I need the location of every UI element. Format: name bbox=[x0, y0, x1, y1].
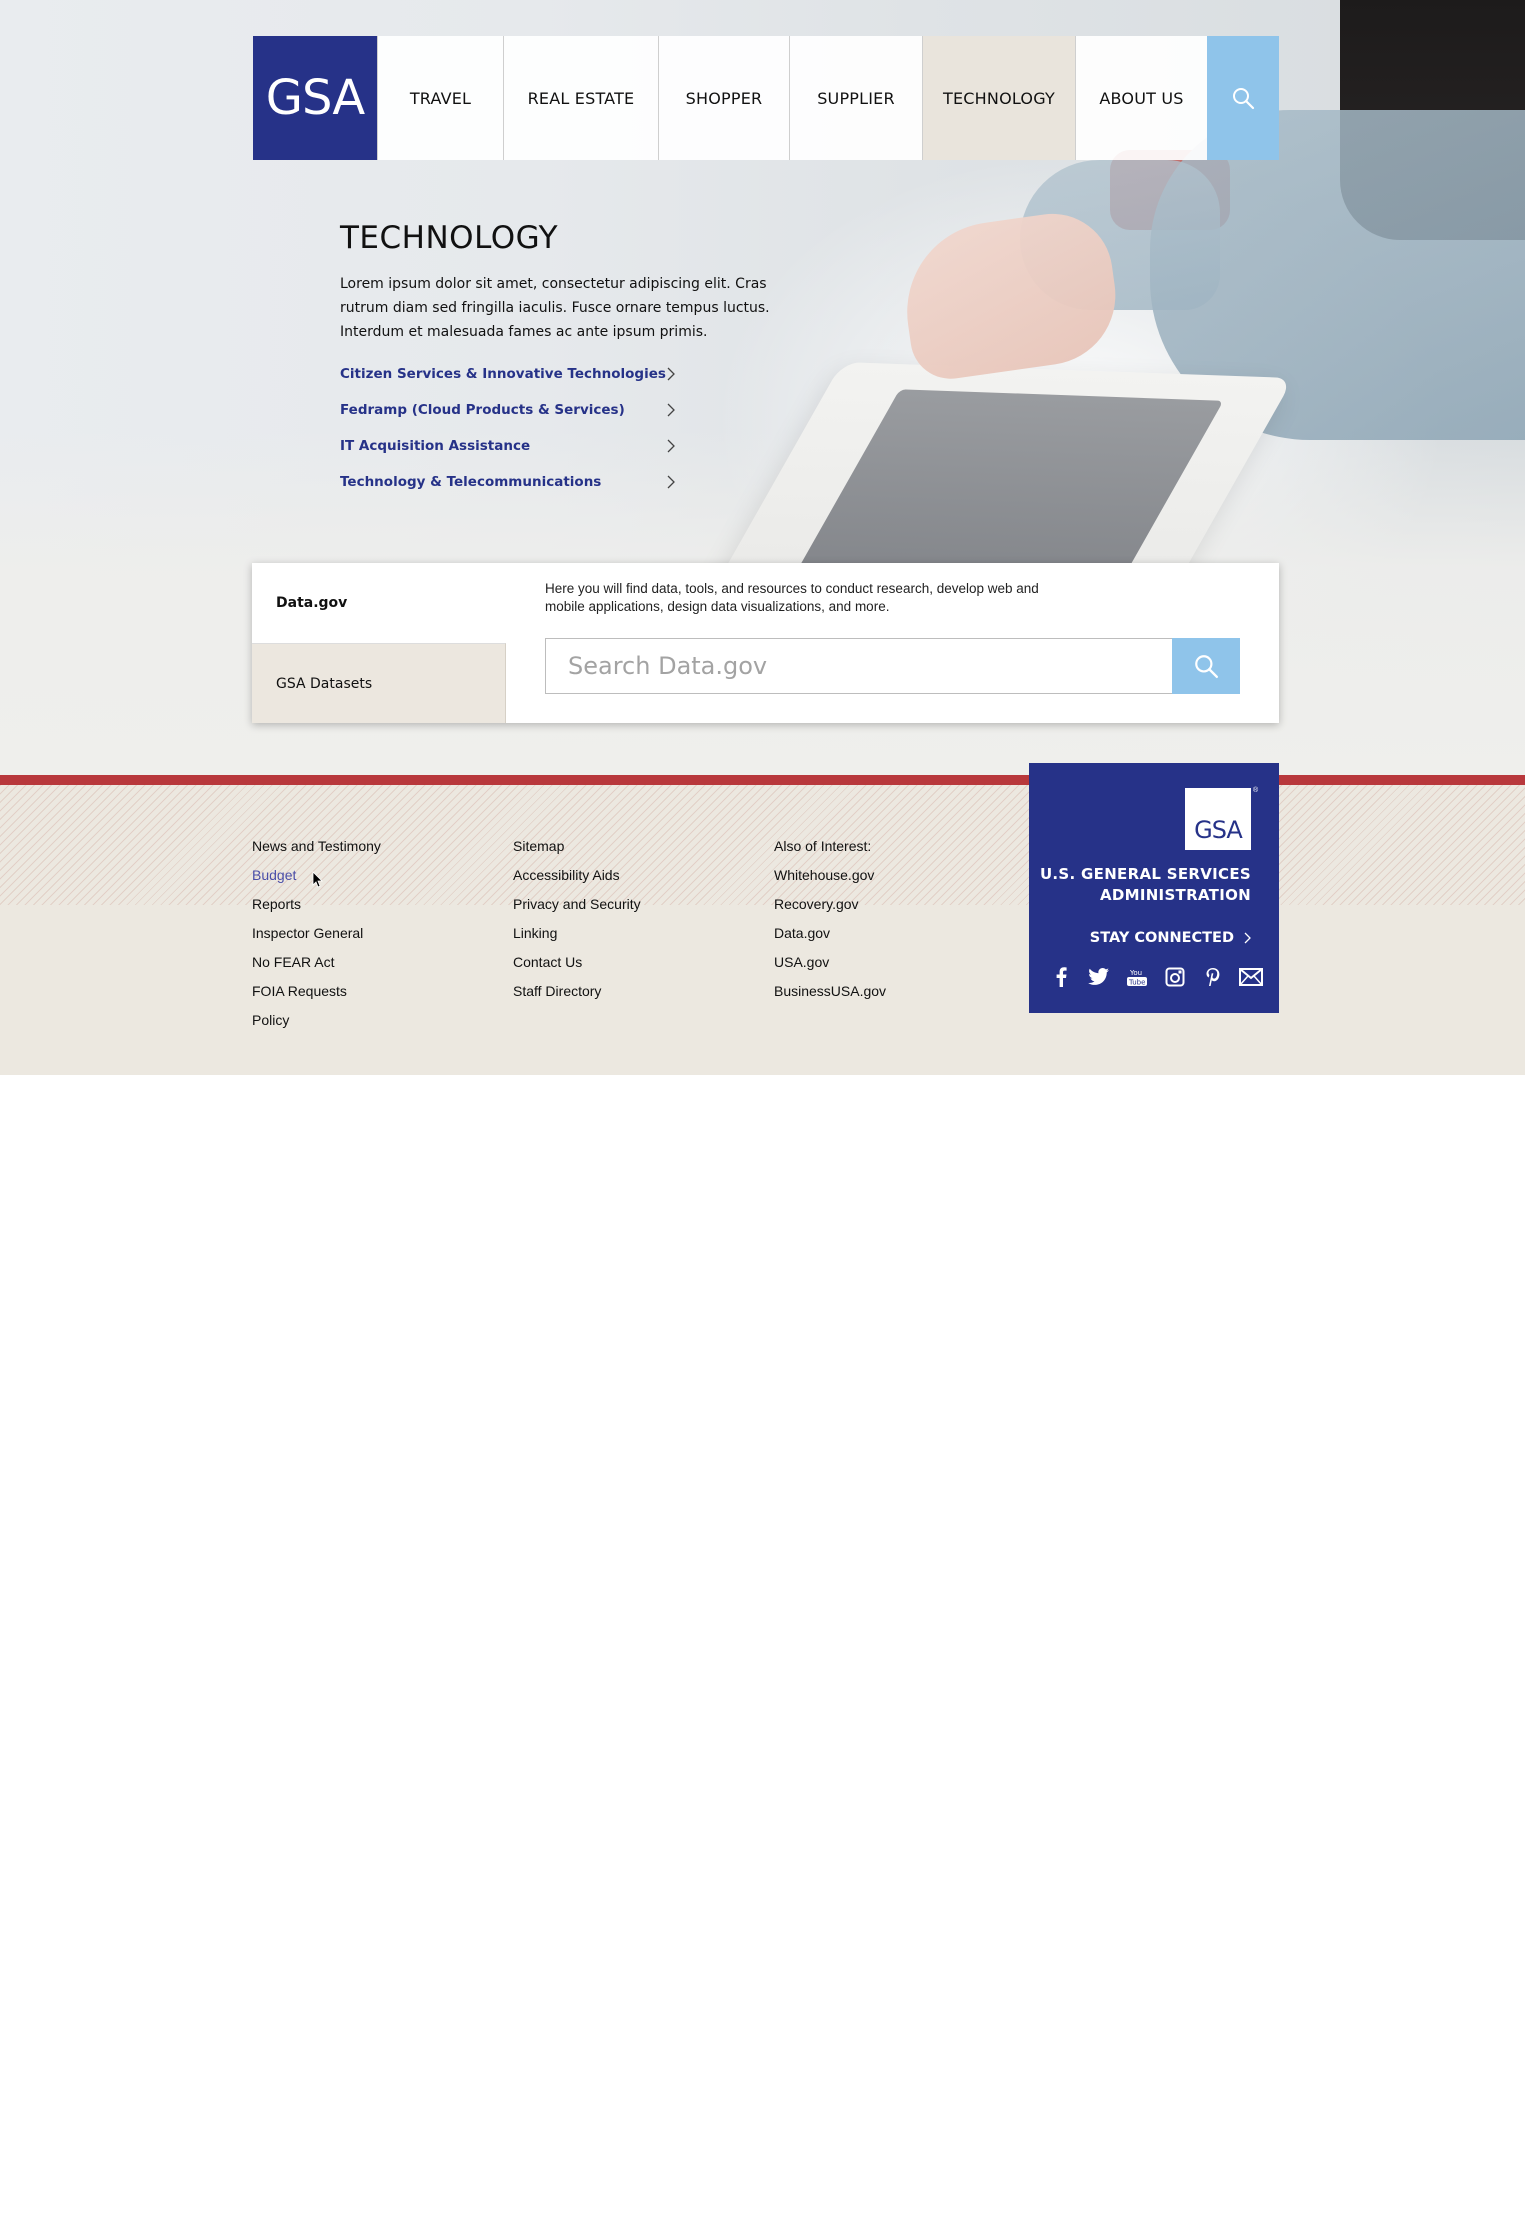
footer-link-whitehouse[interactable]: Whitehouse.gov bbox=[774, 865, 886, 894]
data-tabs: Data.gov GSA Datasets bbox=[252, 563, 506, 723]
twitter-icon[interactable] bbox=[1087, 966, 1111, 988]
page-title: TECHNOLOGY bbox=[340, 220, 559, 256]
mouse-cursor-icon bbox=[312, 871, 323, 888]
nav-item-travel[interactable]: TRAVEL bbox=[377, 36, 503, 160]
youtube-icon[interactable]: You Tube bbox=[1125, 966, 1149, 988]
chevron-right-icon bbox=[667, 403, 675, 417]
tab-data-gov[interactable]: Data.gov bbox=[252, 563, 506, 643]
tab-label: Data.gov bbox=[276, 595, 348, 611]
tab-label: GSA Datasets bbox=[276, 675, 373, 692]
technology-intro: TECHNOLOGY Lorem ipsum dolor sit amet, c… bbox=[340, 220, 800, 500]
link-citizen-services[interactable]: Citizen Services & Innovative Technologi… bbox=[340, 356, 675, 392]
footer-link-foia[interactable]: FOIA Requests bbox=[252, 981, 381, 1010]
gsa-logo[interactable]: GSA bbox=[253, 36, 377, 160]
nav-items: TRAVEL REAL ESTATE SHOPPER SUPPLIER TECH… bbox=[377, 36, 1207, 160]
footer-link-data-gov[interactable]: Data.gov bbox=[774, 923, 886, 952]
data-search-button[interactable] bbox=[1172, 638, 1240, 694]
footer-link-contact[interactable]: Contact Us bbox=[513, 952, 641, 981]
technology-links: Citizen Services & Innovative Technologi… bbox=[340, 356, 800, 500]
data-search-main: Here you will find data, tools, and reso… bbox=[506, 563, 1279, 723]
svg-text:Tube: Tube bbox=[1128, 979, 1145, 987]
data-search-input[interactable] bbox=[545, 638, 1172, 694]
link-fedramp[interactable]: Fedramp (Cloud Products & Services) bbox=[340, 392, 675, 428]
chevron-right-icon bbox=[667, 367, 675, 381]
svg-text:You: You bbox=[1129, 969, 1142, 977]
nav-item-shopper[interactable]: SHOPPER bbox=[658, 36, 789, 160]
footer-link-recovery[interactable]: Recovery.gov bbox=[774, 894, 886, 923]
gsa-mini-logo[interactable]: GSA bbox=[1185, 788, 1251, 850]
social-links: You Tube bbox=[1049, 966, 1263, 988]
nav-item-about-us[interactable]: ABOUT US bbox=[1075, 36, 1207, 160]
chevron-right-icon bbox=[667, 475, 675, 489]
main-navigation: GSA TRAVEL REAL ESTATE SHOPPER SUPPLIER … bbox=[253, 36, 1279, 160]
footer-link-privacy[interactable]: Privacy and Security bbox=[513, 894, 641, 923]
tab-gsa-datasets[interactable]: GSA Datasets bbox=[252, 643, 506, 723]
nav-item-label: ABOUT US bbox=[1099, 88, 1184, 108]
registered-mark: ® bbox=[1253, 787, 1259, 794]
data-search-row bbox=[545, 638, 1240, 694]
footer-link-accessibility[interactable]: Accessibility Aids bbox=[513, 865, 641, 894]
nav-item-label: TECHNOLOGY bbox=[943, 88, 1055, 108]
gsa-logo-text: GSA bbox=[265, 70, 365, 126]
footer-link-usa-gov[interactable]: USA.gov bbox=[774, 952, 886, 981]
link-label: IT Acquisition Assistance bbox=[340, 438, 531, 454]
footer-column-1: News and Testimony Budget Reports Inspec… bbox=[252, 836, 381, 1039]
link-it-acquisition[interactable]: IT Acquisition Assistance bbox=[340, 428, 675, 464]
email-icon[interactable] bbox=[1239, 966, 1263, 988]
footer-link-policy[interactable]: Policy bbox=[252, 1010, 381, 1039]
link-label: Citizen Services & Innovative Technologi… bbox=[340, 366, 666, 382]
nav-item-technology[interactable]: TECHNOLOGY bbox=[922, 36, 1075, 160]
footer-link-staff-directory[interactable]: Staff Directory bbox=[513, 981, 641, 1010]
stay-connected-label: STAY CONNECTED bbox=[1089, 930, 1234, 946]
agency-name-line-2: ADMINISTRATION bbox=[1099, 886, 1251, 904]
nav-item-supplier[interactable]: SUPPLIER bbox=[789, 36, 922, 160]
footer-link-no-fear[interactable]: No FEAR Act bbox=[252, 952, 381, 981]
footer-link-reports[interactable]: Reports bbox=[252, 894, 381, 923]
intro-body: Lorem ipsum dolor sit amet, consectetur … bbox=[340, 276, 770, 340]
pinterest-icon[interactable] bbox=[1201, 966, 1225, 988]
nav-search-button[interactable] bbox=[1207, 36, 1279, 160]
data-search-panel: Data.gov GSA Datasets Here you will find… bbox=[252, 563, 1279, 723]
footer-link-businessusa[interactable]: BusinessUSA.gov bbox=[774, 981, 886, 1010]
nav-item-real-estate[interactable]: REAL ESTATE bbox=[503, 36, 658, 160]
search-icon bbox=[1195, 655, 1219, 679]
footer-link-sitemap[interactable]: Sitemap bbox=[513, 836, 641, 865]
search-icon bbox=[1233, 88, 1255, 110]
agency-name: U.S. GENERAL SERVICES ADMINISTRATION bbox=[1040, 864, 1251, 906]
site-footer: News and Testimony Budget Reports Inspec… bbox=[0, 775, 1525, 1075]
nav-item-label: SUPPLIER bbox=[817, 88, 895, 108]
nav-item-label: REAL ESTATE bbox=[527, 88, 635, 108]
chevron-right-icon bbox=[667, 439, 675, 453]
link-technology-telecom[interactable]: Technology & Telecommunications bbox=[340, 464, 675, 500]
hero-hand bbox=[895, 206, 1125, 384]
stay-connected-link[interactable]: STAY CONNECTED bbox=[1090, 930, 1251, 946]
instagram-icon[interactable] bbox=[1163, 966, 1187, 988]
nav-item-label: SHOPPER bbox=[685, 88, 763, 108]
footer-link-news[interactable]: News and Testimony bbox=[252, 836, 381, 865]
agency-name-line-1: U.S. GENERAL SERVICES bbox=[1039, 865, 1251, 883]
gsa-mini-logo-text: GSA bbox=[1194, 816, 1243, 844]
footer-heading-also-of-interest: Also of Interest: bbox=[774, 838, 872, 854]
chevron-right-icon bbox=[1244, 932, 1251, 944]
footer-column-2: Sitemap Accessibility Aids Privacy and S… bbox=[513, 836, 641, 1010]
footer-column-3: Also of Interest: Whitehouse.gov Recover… bbox=[774, 836, 886, 1010]
facebook-icon[interactable] bbox=[1049, 966, 1073, 988]
footer-link-inspector-general[interactable]: Inspector General bbox=[252, 923, 381, 952]
link-label: Technology & Telecommunications bbox=[340, 474, 602, 490]
link-label: Fedramp (Cloud Products & Services) bbox=[340, 402, 625, 418]
gsa-brand-block: GSA ® U.S. GENERAL SERVICES ADMINISTRATI… bbox=[1029, 763, 1279, 1013]
footer-link-linking[interactable]: Linking bbox=[513, 923, 641, 952]
nav-item-label: TRAVEL bbox=[409, 88, 472, 108]
data-description: Here you will find data, tools, and reso… bbox=[545, 581, 1039, 614]
